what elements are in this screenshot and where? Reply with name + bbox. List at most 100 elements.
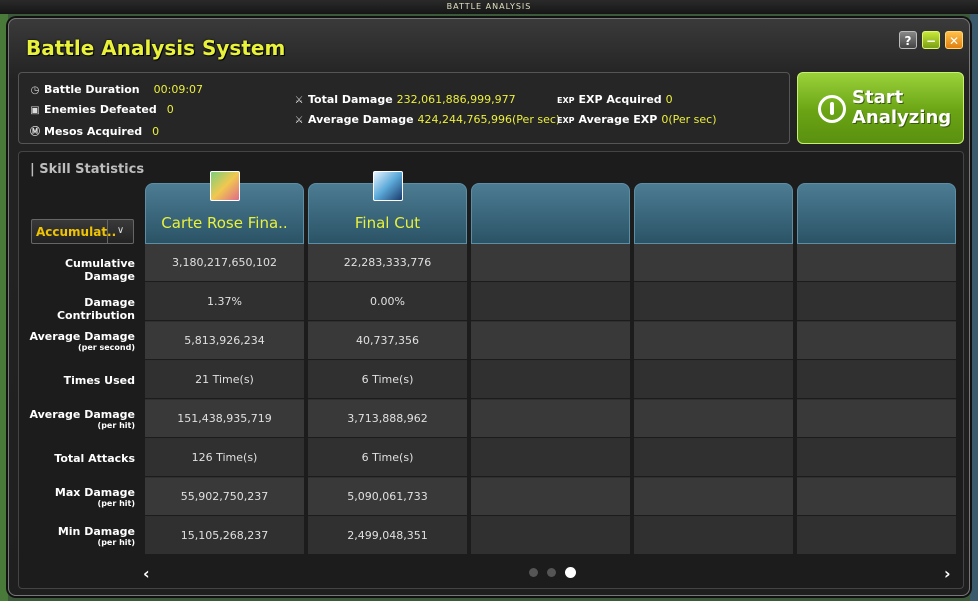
skill-column-body xyxy=(471,244,630,555)
top-strip: BATTLE ANALYSIS xyxy=(0,0,978,14)
help-button[interactable]: ? xyxy=(899,31,917,49)
page-indicator-dot[interactable] xyxy=(547,568,556,577)
skill-column-header xyxy=(634,183,793,244)
gauge-icon xyxy=(818,95,846,123)
stat-cell xyxy=(634,322,793,360)
skill-column: Carte Rose Fina.. 3,180,217,650,102 1.37% 5… xyxy=(145,171,304,555)
stat-cell xyxy=(797,322,956,360)
skill-statistics-title: Skill Statistics xyxy=(39,162,145,177)
stat-cell xyxy=(797,478,956,516)
skill-statistics-panel: | Skill Statistics Accumulat.. ∨ Cumulat… xyxy=(18,151,964,589)
page-indicator-dot[interactable] xyxy=(529,568,538,577)
enemies-defeated-stat: ▣ Enemies Defeated 0 xyxy=(29,103,174,116)
row-label-text: Total Attacks xyxy=(54,452,135,465)
stat-cell xyxy=(634,361,793,399)
row-label-unit: (per hit) xyxy=(97,538,135,547)
stat-cell: 3,180,217,650,102 xyxy=(145,244,304,282)
row-label-unit: (per hit) xyxy=(97,421,135,430)
sword-icon: ⚔ xyxy=(294,115,304,126)
stat-cell: 0.00% xyxy=(308,283,467,321)
stat-cell xyxy=(634,400,793,438)
stat-cell: 21 Time(s) xyxy=(145,361,304,399)
row-label-text: Average Damage xyxy=(29,408,135,421)
stat-cell xyxy=(471,244,630,282)
stat-cell: 151,438,935,719 xyxy=(145,400,304,438)
stat-cell xyxy=(471,361,630,399)
skill-column-header: Carte Rose Fina.. xyxy=(145,171,304,244)
skill-name: Final Cut xyxy=(354,214,421,232)
final-cut-icon xyxy=(373,171,403,201)
stat-cell: 6 Time(s) xyxy=(308,361,467,399)
close-button[interactable]: ✕ xyxy=(945,31,963,49)
stat-cell: 40,737,356 xyxy=(308,322,467,360)
row-label-unit: (per hit) xyxy=(97,499,135,508)
next-page-arrow-icon[interactable]: › xyxy=(944,564,951,583)
stat-cell xyxy=(797,283,956,321)
row-label-text: Average Damage xyxy=(29,330,135,343)
enemies-defeated-value: 0 xyxy=(166,103,174,116)
average-exp-label: Average EXP xyxy=(578,113,658,126)
stat-cell: 126 Time(s) xyxy=(145,439,304,477)
battle-duration-stat: ◷ Battle Duration 00:09:07 xyxy=(29,83,203,96)
row-label-text: Min Damage xyxy=(57,525,135,538)
stat-cell xyxy=(797,517,956,555)
skill-column-body xyxy=(797,244,956,555)
mesos-acquired-value: 0 xyxy=(152,125,160,138)
start-analyzing-label: Start Analyzing xyxy=(852,88,951,128)
clock-icon: ◷ xyxy=(30,85,40,96)
page-indicator-dot[interactable] xyxy=(565,567,576,578)
row-label-text: Damage Contribution xyxy=(56,296,135,322)
minimize-button[interactable]: − xyxy=(922,31,940,49)
empty-skill-column xyxy=(797,183,956,555)
skill-name: Carte Rose Fina.. xyxy=(161,214,288,232)
skill-column-header: Final Cut xyxy=(308,171,467,244)
stat-cell: 55,902,750,237 xyxy=(145,478,304,516)
enemies-defeated-label: Enemies Defeated xyxy=(44,103,157,116)
stat-cell xyxy=(797,361,956,399)
skill-column-body: 3,180,217,650,102 1.37% 5,813,926,234 21 Ti… xyxy=(145,244,304,555)
stat-cell xyxy=(471,322,630,360)
exp-acquired-label: EXP Acquired xyxy=(578,93,662,106)
stat-cell xyxy=(634,439,793,477)
skill-column-body: 22,283,333,776 0.00% 40,737,356 6 Time(s) 3,… xyxy=(308,244,467,555)
stat-cell xyxy=(634,283,793,321)
prev-page-arrow-icon[interactable]: ‹ xyxy=(143,564,150,583)
stat-cell xyxy=(471,478,630,516)
exp-acquired-value: 0 xyxy=(665,93,673,106)
total-damage-stat: ⚔ Total Damage 232,061,886,999,977 xyxy=(293,93,516,106)
start-analyzing-button[interactable]: Start Analyzing xyxy=(797,72,964,144)
total-damage-label: Total Damage xyxy=(308,93,393,106)
monster-icon: ▣ xyxy=(30,105,40,116)
stat-cell xyxy=(634,517,793,555)
row-label-text: Cumulative Damage xyxy=(64,257,135,283)
start-analyzing-line1: Start xyxy=(852,87,904,108)
stat-cell: 3,713,888,962 xyxy=(308,400,467,438)
stat-cell xyxy=(797,400,956,438)
sword-icon: ⚔ xyxy=(294,95,304,106)
average-damage-value: 424,244,765,996(Per sec) xyxy=(417,113,561,126)
row-label-text: Max Damage xyxy=(54,486,135,499)
average-damage-label: Average Damage xyxy=(308,113,414,126)
stat-cell xyxy=(634,244,793,282)
stat-cell xyxy=(797,244,956,282)
row-label: Average Damage (per second) xyxy=(19,330,135,352)
start-analyzing-line2: Analyzing xyxy=(852,107,952,128)
stat-cell xyxy=(797,439,956,477)
stat-cell: 15,105,268,237 xyxy=(145,517,304,555)
carte-rose-icon xyxy=(210,171,240,201)
row-label: Times Used xyxy=(19,374,135,387)
dropdown-value: Accumulat.. xyxy=(36,225,117,239)
stat-cell: 2,499,048,351 xyxy=(308,517,467,555)
chevron-down-icon[interactable]: ∨ xyxy=(107,220,133,243)
stat-cell: 5,090,061,733 xyxy=(308,478,467,516)
background-right xyxy=(970,14,978,601)
row-label: Min Damage (per hit) xyxy=(19,525,135,547)
row-label: Cumulative Damage xyxy=(19,257,135,283)
stat-cell xyxy=(471,283,630,321)
average-exp-value: 0(Per sec) xyxy=(661,113,717,126)
mesos-icon: Ⓜ xyxy=(30,127,40,138)
empty-skill-column xyxy=(471,183,630,555)
stat-mode-dropdown[interactable]: Accumulat.. ∨ xyxy=(31,219,134,244)
exp-acquired-stat: EXP EXP Acquired 0 xyxy=(557,93,673,106)
skill-column-body xyxy=(634,244,793,555)
